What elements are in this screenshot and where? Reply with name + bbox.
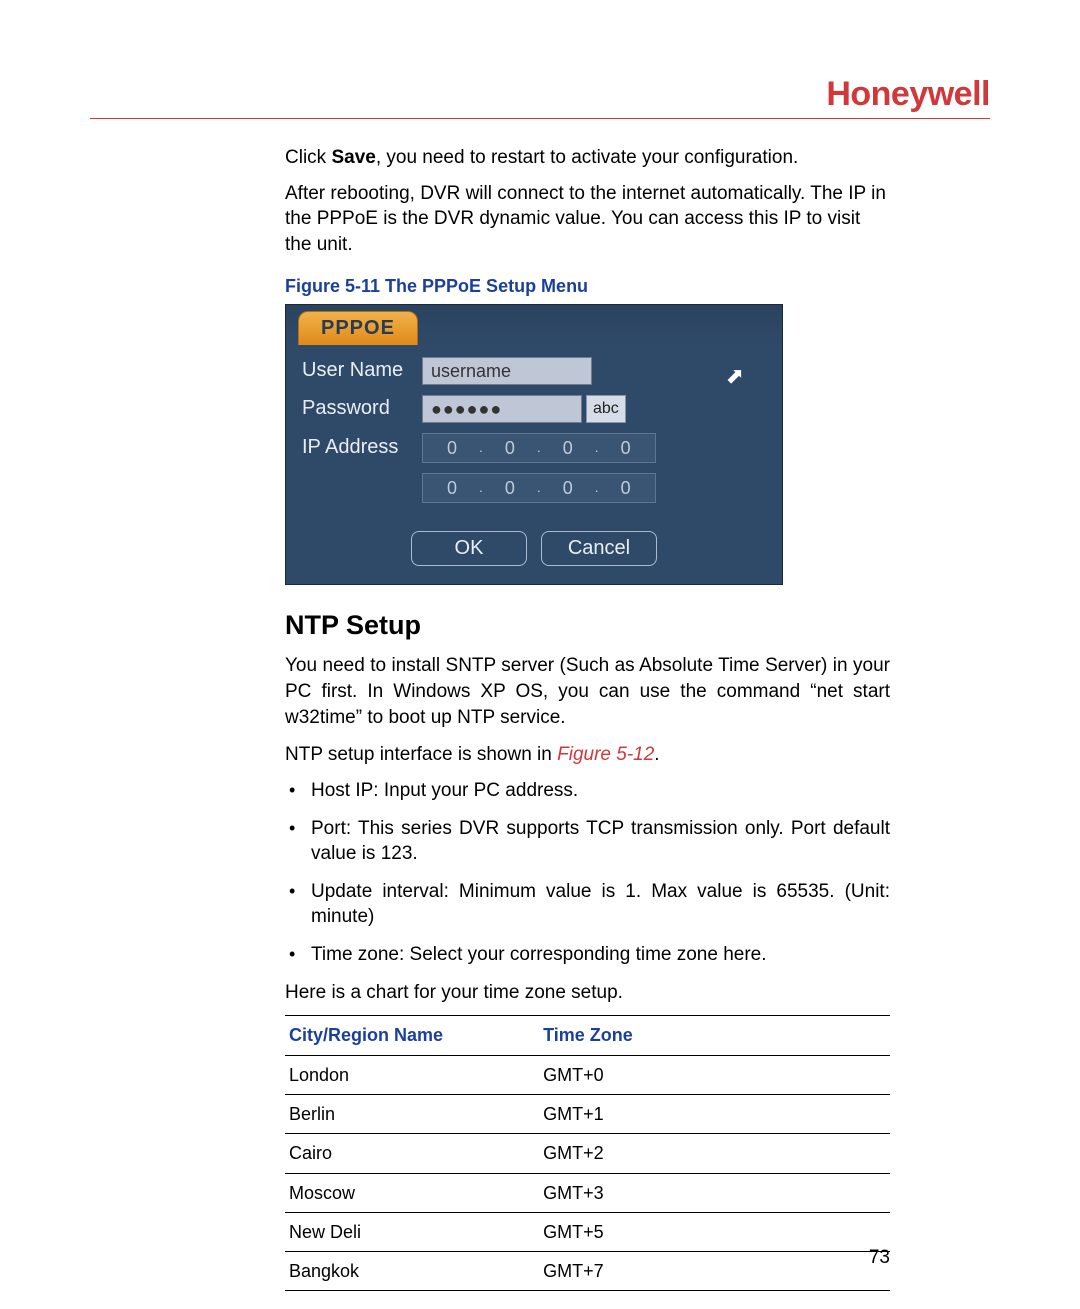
- ip2-octet-0[interactable]: 0: [429, 476, 475, 500]
- figure-caption: Figure 5-11 The PPPoE Setup Menu: [285, 274, 890, 298]
- table-row: BangkokGMT+7: [285, 1252, 890, 1291]
- ip-address-2[interactable]: 0. 0. 0. 0: [422, 473, 656, 503]
- ok-button[interactable]: OK: [411, 531, 527, 566]
- ip2-octet-2[interactable]: 0: [545, 476, 591, 500]
- th-tz: Time Zone: [539, 1016, 890, 1055]
- ip1-octet-0[interactable]: 0: [429, 436, 475, 460]
- page-number: 73: [869, 1247, 890, 1269]
- bullet-0: Host IP: Input your PC address.: [285, 778, 890, 804]
- ntp-p2-ref: Figure 5-12: [557, 744, 654, 765]
- cancel-button[interactable]: Cancel: [541, 531, 657, 566]
- timezone-table: City/Region Name Time Zone LondonGMT+0 B…: [285, 1015, 890, 1291]
- table-row: MoscowGMT+3: [285, 1173, 890, 1212]
- page-header: Honeywell: [90, 75, 990, 119]
- bullet-3: Time zone: Select your corresponding tim…: [285, 942, 890, 968]
- intro-line1-post: , you need to restart to activate your c…: [376, 147, 798, 168]
- ntp-p2-post: .: [654, 744, 659, 765]
- table-row: LondonGMT+0: [285, 1055, 890, 1094]
- pppoe-tab-bar: PPPOE: [286, 305, 782, 347]
- ntp-p1: You need to install SNTP server (Such as…: [285, 653, 890, 730]
- ntp-p2: NTP setup interface is shown in Figure 5…: [285, 742, 890, 768]
- abc-button[interactable]: abc: [586, 395, 626, 423]
- username-input[interactable]: username: [422, 357, 592, 385]
- chart-intro: Here is a chart for your time zone setup…: [285, 980, 890, 1006]
- ip2-octet-3[interactable]: 0: [603, 476, 649, 500]
- table-row: New DeliGMT+5: [285, 1212, 890, 1251]
- cursor-icon: ⬈: [726, 361, 744, 391]
- ntp-heading: NTP Setup: [285, 607, 890, 643]
- bullet-1: Port: This series DVR supports TCP trans…: [285, 816, 890, 867]
- ntp-p2-pre: NTP setup interface is shown in: [285, 744, 557, 765]
- ntp-bullets: Host IP: Input your PC address. Port: Th…: [285, 778, 890, 968]
- intro-line1-strong: Save: [331, 147, 375, 168]
- th-city: City/Region Name: [285, 1016, 539, 1055]
- pppoe-tab[interactable]: PPPOE: [298, 311, 418, 345]
- pppoe-dialog: PPPOE ⬈ User Name username Password ●●●●…: [285, 304, 783, 585]
- ip1-octet-1[interactable]: 0: [487, 436, 533, 460]
- ip2-octet-1[interactable]: 0: [487, 476, 533, 500]
- intro-line1-pre: Click: [285, 147, 331, 168]
- brand-logo: Honeywell: [826, 75, 990, 114]
- bullet-2: Update interval: Minimum value is 1. Max…: [285, 879, 890, 930]
- intro-line2: After rebooting, DVR will connect to the…: [285, 181, 890, 258]
- table-row: BerlinGMT+1: [285, 1094, 890, 1133]
- ip1-octet-3[interactable]: 0: [603, 436, 649, 460]
- ip1-octet-2[interactable]: 0: [545, 436, 591, 460]
- ip-address-1[interactable]: 0. 0. 0. 0: [422, 433, 656, 463]
- password-label: Password: [302, 395, 422, 422]
- intro-line1: Click Save, you need to restart to activ…: [285, 145, 890, 171]
- table-row: CairoGMT+2: [285, 1134, 890, 1173]
- password-input[interactable]: ●●●●●●: [422, 395, 582, 423]
- ip-address-label: IP Address: [302, 434, 422, 461]
- username-label: User Name: [302, 357, 422, 384]
- page-content: Click Save, you need to restart to activ…: [90, 145, 990, 1291]
